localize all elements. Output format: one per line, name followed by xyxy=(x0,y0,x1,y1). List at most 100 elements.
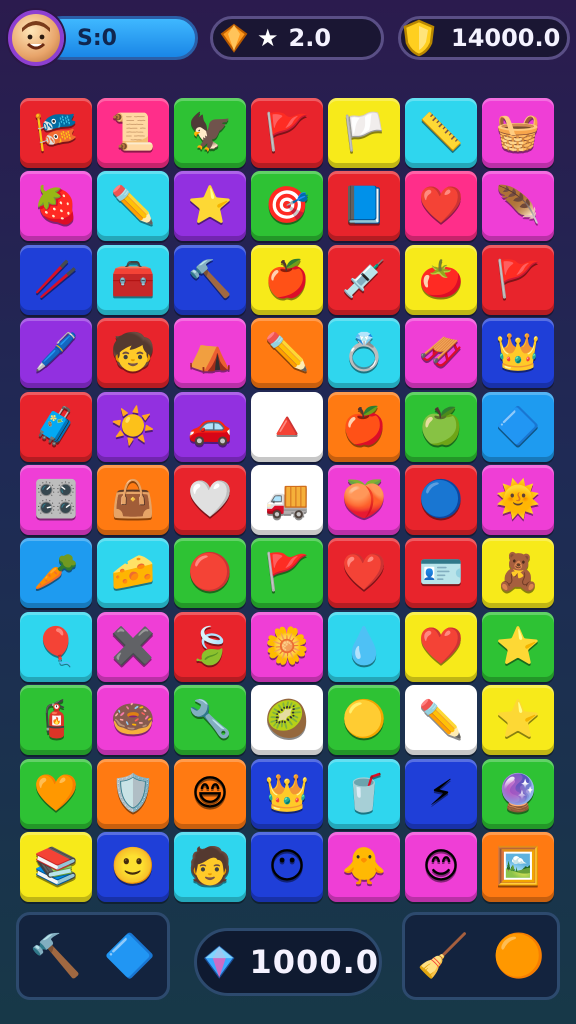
board-tile[interactable]: 🎯 xyxy=(251,171,323,242)
board-tile[interactable]: 🪪 xyxy=(405,538,477,609)
board-tile[interactable]: 🎛️ xyxy=(20,464,92,535)
shield-icon: 🛡️ xyxy=(110,772,156,814)
board-tile[interactable]: 🍃 xyxy=(174,611,246,682)
board-tile[interactable]: 🏳️ xyxy=(328,98,400,168)
board-tile[interactable]: 🧑 xyxy=(174,831,246,902)
board-tile[interactable]: ❤️ xyxy=(328,538,400,609)
board-tile[interactable]: 🤍 xyxy=(174,464,246,535)
target-icon: 🎯 xyxy=(264,185,310,227)
board-tile[interactable]: 🪶 xyxy=(482,171,554,242)
board-tile[interactable]: ☀️ xyxy=(97,391,169,462)
board-tile[interactable]: 🚩 xyxy=(251,98,323,168)
board-tile[interactable]: 🔧 xyxy=(174,685,246,756)
board-tile[interactable]: 🔨 xyxy=(174,244,246,315)
player-avatar[interactable] xyxy=(8,10,64,66)
board-tile[interactable]: ❤️ xyxy=(405,611,477,682)
board-tile[interactable]: 🧀 xyxy=(97,538,169,609)
top-hud: S:0 ★ 2.0 14000.0 xyxy=(0,8,576,66)
board-tile[interactable]: 🧳 xyxy=(20,391,92,462)
board-tile[interactable]: 🔷 xyxy=(482,391,554,462)
board-tile[interactable]: 🔴 xyxy=(174,538,246,609)
board-tile[interactable]: 🖼️ xyxy=(482,831,554,902)
board-tile[interactable]: 🟡 xyxy=(328,685,400,756)
blob-booster-button[interactable]: 🟠 xyxy=(491,928,547,984)
board-tile[interactable]: 🎏 xyxy=(20,98,92,168)
board-tile[interactable]: 🚚 xyxy=(251,464,323,535)
tomato-icon: 🍅 xyxy=(418,258,464,300)
board-tile[interactable]: 🍏 xyxy=(405,391,477,462)
bolt-icon: ⚡ xyxy=(428,772,454,814)
coins-pill[interactable]: 14000.0 xyxy=(398,16,570,60)
board-tile[interactable]: ✏️ xyxy=(251,318,323,389)
board-tile[interactable]: ❤️ xyxy=(405,171,477,242)
id-card-icon: 🪪 xyxy=(418,552,464,594)
board-tile[interactable]: 🦅 xyxy=(174,98,246,168)
board-tile[interactable]: 😄 xyxy=(174,758,246,829)
board-tile[interactable]: 🥝 xyxy=(251,685,323,756)
board-tile[interactable]: 🍅 xyxy=(405,244,477,315)
board-tile[interactable]: 🖊️ xyxy=(20,318,92,389)
board-tile[interactable]: ⚡ xyxy=(405,758,477,829)
vehicle-icon: 🚚 xyxy=(264,478,310,520)
board-tile[interactable]: 🙂 xyxy=(97,831,169,902)
face-icon: 😶 xyxy=(268,845,306,887)
board-tile[interactable]: 🐥 xyxy=(328,831,400,902)
board-tile[interactable]: ⭐ xyxy=(482,685,554,756)
board-tile[interactable]: 🌼 xyxy=(251,611,323,682)
board-tile[interactable]: 💉 xyxy=(328,244,400,315)
board-tile[interactable]: 🚩 xyxy=(251,538,323,609)
board-tile[interactable]: 📜 xyxy=(97,98,169,168)
board-tile[interactable]: 🎈 xyxy=(20,611,92,682)
board-tile[interactable]: 🚗 xyxy=(174,391,246,462)
peach-icon: 🍑 xyxy=(341,478,387,520)
board-tile[interactable]: 🧯 xyxy=(20,685,92,756)
board-tile[interactable]: ⭐ xyxy=(174,171,246,242)
leaf-icon: 🍃 xyxy=(187,625,233,667)
board-tile[interactable]: 💧 xyxy=(328,611,400,682)
board-tile[interactable]: 🥤 xyxy=(328,758,400,829)
board-tile[interactable]: 🌞 xyxy=(482,464,554,535)
board-tile[interactable]: 🛷 xyxy=(405,318,477,389)
blue-ball-icon: 🔵 xyxy=(418,478,464,520)
board-tile[interactable]: 💍 xyxy=(328,318,400,389)
board-tile[interactable]: 🍑 xyxy=(328,464,400,535)
board-tile[interactable]: 😊 xyxy=(405,831,477,902)
board-tile[interactable]: 🔮 xyxy=(482,758,554,829)
board-tile[interactable]: 🥢 xyxy=(20,244,92,315)
hammer-tool-button[interactable]: 🔨 xyxy=(28,928,84,984)
board-tile[interactable]: 🔺 xyxy=(251,391,323,462)
board-tile[interactable]: 🔵 xyxy=(405,464,477,535)
stick-icon: 🥢 xyxy=(33,258,79,300)
board-tile[interactable]: 🧰 xyxy=(97,244,169,315)
board-tile[interactable]: ✖️ xyxy=(97,611,169,682)
board-tile[interactable]: 📚 xyxy=(20,831,92,902)
gem-counter[interactable]: 1000.0 xyxy=(194,928,382,996)
stars-pill[interactable]: ★ 2.0 xyxy=(210,16,384,60)
board-tile[interactable]: 🛡️ xyxy=(97,758,169,829)
syringe-icon: 💉 xyxy=(341,258,387,300)
board-tile[interactable]: 😶 xyxy=(251,831,323,902)
board-tile[interactable]: 📏 xyxy=(405,98,477,168)
board-tile[interactable]: ⛺ xyxy=(174,318,246,389)
board-tile[interactable]: 👑 xyxy=(482,318,554,389)
board-tile[interactable]: 🧸 xyxy=(482,538,554,609)
board-tile[interactable]: 👜 xyxy=(97,464,169,535)
board-tile[interactable]: 🧺 xyxy=(482,98,554,168)
board-tile[interactable]: 🍩 xyxy=(97,685,169,756)
board-tile[interactable]: 🍎 xyxy=(328,391,400,462)
briefcase-icon: 🧳 xyxy=(33,405,79,447)
board-tile[interactable]: 📘 xyxy=(328,171,400,242)
board-tile[interactable]: ✏️ xyxy=(97,171,169,242)
board-tile[interactable]: ⭐ xyxy=(482,611,554,682)
board-tile[interactable]: ✏️ xyxy=(405,685,477,756)
board-tile[interactable]: 🍎 xyxy=(251,244,323,315)
board-tile[interactable]: 👑 xyxy=(251,758,323,829)
board-tile[interactable]: 🥕 xyxy=(20,538,92,609)
shape-tool-button[interactable]: 🔷 xyxy=(102,928,158,984)
coins-value: 14000.0 xyxy=(451,24,561,52)
board-tile[interactable]: 🍓 xyxy=(20,171,92,242)
board-tile[interactable]: 🧡 xyxy=(20,758,92,829)
board-tile[interactable]: 🚩 xyxy=(482,244,554,315)
board-tile[interactable]: 🧒 xyxy=(97,318,169,389)
eraser-tool-button[interactable]: 🧹 xyxy=(415,928,471,984)
